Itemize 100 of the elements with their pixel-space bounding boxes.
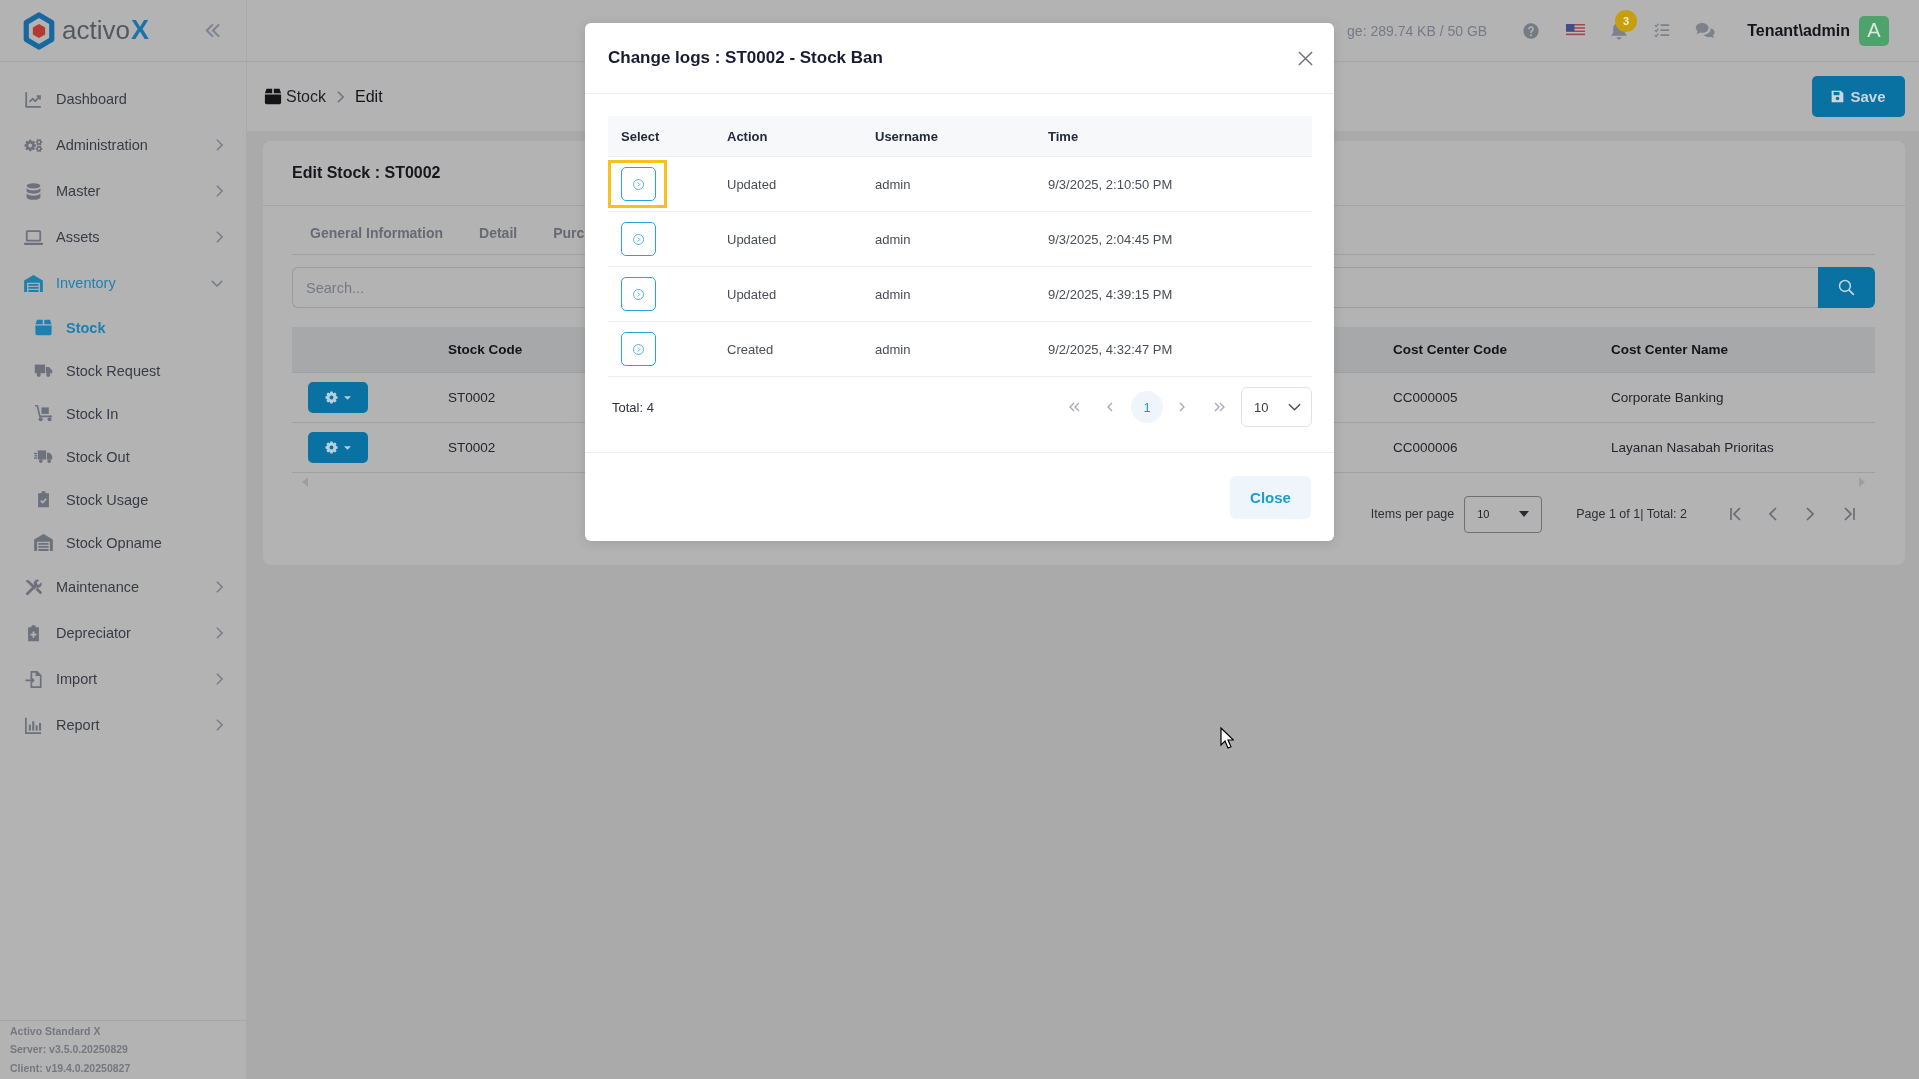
footer-text: Server: v3.5.0.20250829	[10, 1042, 128, 1057]
table-cell: 9/3/2025, 2:04:45 PM	[1048, 231, 1173, 247]
chevron-right-icon[interactable]	[1179, 402, 1185, 412]
column-header: Cost Center Name	[1611, 342, 1729, 357]
table-cell: 9/2/2025, 4:39:15 PM	[1048, 286, 1173, 302]
table-cell: ST0002	[448, 440, 496, 455]
chevron-left-icon[interactable]	[1769, 507, 1777, 521]
double-chevron-left-icon[interactable]	[1069, 402, 1080, 412]
laptop-icon	[24, 228, 43, 246]
table-cell: CC000005	[1393, 390, 1458, 405]
gear-icon	[325, 391, 338, 404]
truck-icon	[34, 362, 53, 379]
caret-down-icon	[344, 395, 351, 400]
table-cell: 9/2/2025, 4:32:47 PM	[1048, 341, 1173, 357]
table-cell: CC000006	[1393, 440, 1458, 455]
checklist-icon[interactable]	[1654, 23, 1671, 38]
table-cell: admin	[875, 231, 911, 247]
circle-chevron-right-icon	[632, 343, 644, 355]
breadcrumb-link[interactable]: Stock	[286, 87, 326, 106]
close-icon[interactable]	[1298, 50, 1313, 66]
notification-badge: 3	[1615, 10, 1638, 32]
sidebar-item[interactable]: Stock In	[0, 392, 246, 435]
warehouse-icon	[34, 534, 53, 551]
page-button[interactable]: 1	[1131, 391, 1163, 423]
breadcrumb-current: Edit	[355, 87, 383, 106]
gear-menu-button[interactable]	[308, 382, 368, 413]
gear-menu-button[interactable]	[308, 432, 368, 463]
column-header: Cost Center Code	[1393, 342, 1507, 357]
table-cell: Updated	[727, 286, 777, 302]
chat-bubbles-icon[interactable]	[1695, 21, 1716, 40]
logo-wordmark: activoX	[62, 15, 149, 46]
sidebar-item[interactable]: Report	[0, 702, 246, 748]
table-cell: Updated	[727, 231, 777, 247]
sidebar-item[interactable]: Stock Usage	[0, 478, 246, 521]
sidebar-item[interactable]: Assets	[0, 214, 246, 260]
table-cell: Created	[727, 341, 774, 357]
table-cell: ST0002	[448, 390, 496, 405]
chevron-down-icon	[1288, 403, 1301, 411]
items-per-page-label: Items per page	[1370, 507, 1455, 521]
sidebar-item[interactable]: Master	[0, 168, 246, 214]
sidebar-item[interactable]: Stock Request	[0, 349, 246, 392]
search-field[interactable]: Search...	[292, 267, 585, 308]
file-import-icon	[24, 670, 43, 688]
box-icon	[34, 319, 53, 336]
user-name[interactable]: Tenant\admin	[1747, 21, 1850, 40]
select-button[interactable]	[620, 332, 656, 366]
hand-truck-icon	[34, 405, 53, 422]
sidebar-item[interactable]: Depreciator	[0, 610, 246, 656]
table-cell: Updated	[727, 176, 777, 192]
caret-down-icon	[1519, 511, 1530, 517]
chevron-left-icon[interactable]	[1107, 402, 1113, 412]
box-icon	[264, 88, 282, 105]
select-button[interactable]	[620, 222, 656, 256]
search-button[interactable]	[1818, 267, 1875, 308]
gears-icon	[24, 136, 43, 154]
table-cell: admin	[875, 286, 911, 302]
database-icon	[24, 182, 43, 200]
footer-text: Client: v19.4.0.20250827	[10, 1060, 131, 1076]
gear-icon	[325, 441, 338, 454]
sidebar-item[interactable]: Stock Out	[0, 435, 246, 478]
card-title: Edit Stock : ST0002	[292, 164, 441, 182]
chevron-right-icon[interactable]	[1806, 507, 1814, 521]
page-size-select[interactable]: 10	[1464, 495, 1543, 533]
line-chart-icon	[24, 90, 43, 108]
table-cell: admin	[875, 176, 911, 192]
select-button[interactable]	[620, 277, 656, 311]
close-button[interactable]: Close	[1230, 475, 1311, 519]
sidebar-item[interactable]: Dashboard	[0, 76, 246, 122]
column-header: Username	[875, 128, 938, 144]
column-header: Select	[621, 128, 660, 144]
double-chevron-right-icon[interactable]	[1214, 402, 1225, 412]
double-chevron-left-icon[interactable]	[205, 23, 220, 38]
table-cell: admin	[875, 341, 911, 357]
footer-text: Activo Standard X	[10, 1023, 101, 1039]
total-text: Total: 4	[612, 399, 654, 415]
table-cell: Corporate Banking	[1611, 390, 1724, 405]
sidebar-item[interactable]: Administration	[0, 122, 246, 168]
circle-chevron-right-icon	[632, 178, 644, 190]
dialog-title: Change logs : ST0002 - Stock Ban	[608, 48, 883, 68]
bar-chart-icon	[24, 716, 43, 734]
sidebar-item[interactable]: Maintenance	[0, 564, 246, 610]
save-button[interactable]: Save	[1812, 76, 1905, 117]
first-page-icon[interactable]	[1729, 507, 1742, 521]
page-range-text: Page 1 of 1| Total: 2	[1576, 507, 1687, 521]
circle-chevron-right-icon	[632, 288, 644, 300]
page-size-select[interactable]: 10	[1241, 387, 1312, 427]
tools-icon	[24, 578, 43, 596]
select-button[interactable]	[620, 167, 656, 201]
caret-down-icon	[344, 445, 351, 450]
sidebar-item[interactable]: Stock Opname	[0, 521, 246, 564]
last-page-icon[interactable]	[1843, 507, 1856, 521]
help-icon[interactable]	[1523, 22, 1540, 39]
column-header: Action	[727, 128, 768, 144]
search-field[interactable]	[1334, 267, 1818, 308]
circle-chevron-right-icon	[632, 233, 644, 245]
mouse-cursor-icon	[1220, 727, 1234, 749]
sidebar-item[interactable]: Import	[0, 656, 246, 702]
hexagon-logo-icon	[22, 11, 56, 50]
flag-icon[interactable]	[1566, 24, 1586, 37]
warehouse-icon	[24, 274, 43, 292]
